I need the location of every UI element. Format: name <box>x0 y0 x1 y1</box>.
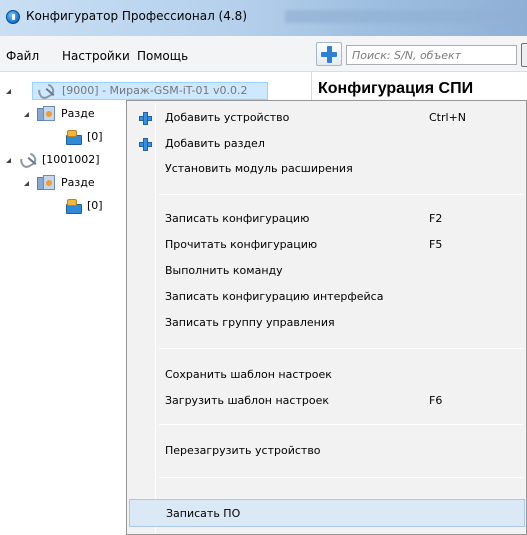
menu-separator <box>159 348 523 349</box>
satellite-dish-icon <box>17 149 40 171</box>
section-icon <box>36 174 58 192</box>
menu-item-label: Записать конфигурацию <box>165 212 310 225</box>
menu-item-install-module[interactable]: Установить модуль расширения <box>129 158 525 180</box>
menu-settings[interactable]: Настройки <box>62 49 130 63</box>
menu-item-label: Записать группу управления <box>165 316 335 329</box>
tree-node-zone[interactable]: [0] <box>58 128 128 146</box>
menu-item-read-config[interactable]: Прочитать конфигурацию F5 <box>129 234 525 256</box>
tree-node-label: [0] <box>87 199 103 212</box>
page-title: Конфигурация СПИ <box>318 80 474 97</box>
app-icon <box>6 10 20 24</box>
menu-item-label: Добавить устройство <box>165 111 290 124</box>
tree-node-label: [9000] - Мираж-GSM-iT-01 v0.0.2 <box>62 84 248 97</box>
tree-node-label: Разде <box>61 176 95 189</box>
title-bar: Конфигуратор Профессионал (4.8) <box>0 0 527 36</box>
menu-item-label: Записать конфигурацию интерфейса <box>165 290 384 303</box>
tree-node-device-9000[interactable]: [9000] - Мираж-GSM-iT-01 v0.0.2 <box>4 80 269 102</box>
menu-item-write-config[interactable]: Записать конфигурацию F2 <box>129 208 525 230</box>
tree-node-label: [1001002] <box>42 153 100 166</box>
menu-item-save-template[interactable]: Сохранить шаблон настроек <box>129 364 525 386</box>
menu-item-label: Прочитать конфигурацию <box>165 238 318 251</box>
tree-node-section[interactable]: Разде <box>22 105 127 123</box>
menu-item-label: Записать ПО <box>166 507 241 520</box>
tree-node-label: Разде <box>61 107 95 120</box>
menu-separator <box>159 424 523 425</box>
search-input[interactable] <box>347 46 507 64</box>
menu-item-shortcut: Ctrl+N <box>429 111 467 124</box>
zone-icon <box>64 129 84 145</box>
tree-node-section[interactable]: Разде <box>22 174 127 192</box>
menu-item-write-control-group[interactable]: Записать группу управления <box>129 312 525 334</box>
tree-node-label: [0] <box>87 130 103 143</box>
menu-help[interactable]: Помощь <box>137 49 188 63</box>
satellite-dish-icon <box>35 80 58 102</box>
expand-arrow-icon[interactable] <box>24 181 29 186</box>
expand-arrow-icon[interactable] <box>6 158 11 163</box>
tree-node-zone[interactable]: [0] <box>58 197 128 215</box>
tree-node-device-1001002[interactable]: [1001002] <box>4 149 129 171</box>
menu-item-label: Загрузить шаблон настроек <box>165 394 330 407</box>
menu-separator <box>159 194 523 195</box>
menu-item-label: Выполнить команду <box>165 264 283 277</box>
menu-separator <box>159 477 523 478</box>
menu-item-write-interface-config[interactable]: Записать конфигурацию интерфейса <box>129 286 525 308</box>
section-icon <box>36 105 58 123</box>
menu-item-shortcut: F6 <box>429 394 443 407</box>
menu-item-shortcut: F5 <box>429 238 443 251</box>
menu-item-load-template[interactable]: Загрузить шаблон настроек F6 <box>129 390 525 412</box>
menu-file[interactable]: Файл <box>6 49 39 63</box>
window-title: Конфигуратор Профессионал (4.8) <box>26 9 247 23</box>
plus-icon <box>139 112 152 125</box>
expand-arrow-icon[interactable] <box>24 112 29 117</box>
menu-item-reboot-device[interactable]: Перезагрузить устройство <box>129 440 525 462</box>
context-menu: Добавить устройство Ctrl+N Добавить разд… <box>126 100 527 535</box>
search-field[interactable] <box>346 45 517 65</box>
menu-item-shortcut: F2 <box>429 212 443 225</box>
menu-item-label: Перезагрузить устройство <box>165 444 321 457</box>
menu-item-write-firmware[interactable]: Записать ПО <box>129 499 525 527</box>
menu-item-label: Добавить раздел <box>165 137 265 150</box>
add-device-button[interactable] <box>316 42 342 66</box>
toolbar-extra-button[interactable] <box>521 43 527 67</box>
zone-icon <box>64 198 84 214</box>
plus-icon <box>139 138 152 151</box>
menu-item-run-command[interactable]: Выполнить команду <box>129 260 525 282</box>
blurred-title-region <box>285 10 520 23</box>
menu-item-label: Установить модуль расширения <box>165 162 353 175</box>
expand-arrow-icon[interactable] <box>6 89 11 94</box>
menu-item-add-section[interactable]: Добавить раздел <box>129 133 525 155</box>
menu-item-add-device[interactable]: Добавить устройство Ctrl+N <box>129 107 525 129</box>
menu-item-label: Сохранить шаблон настроек <box>165 368 332 381</box>
